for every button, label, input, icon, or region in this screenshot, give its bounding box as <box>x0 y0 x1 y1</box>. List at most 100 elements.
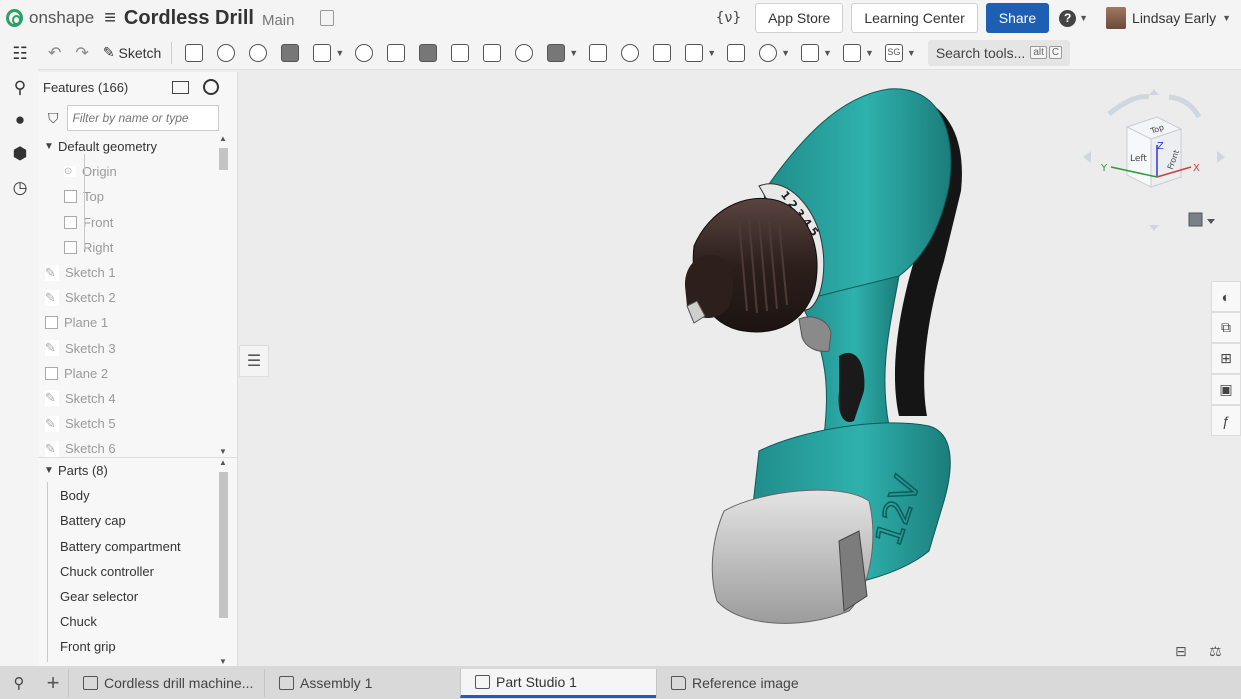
part-item[interactable]: Front grip <box>38 634 238 659</box>
scrollbar-thumb[interactable] <box>219 148 228 170</box>
chevron-down-icon[interactable]: ▼ <box>907 48 916 58</box>
feature-list-icon[interactable]: ☷ <box>10 44 30 64</box>
configurations-icon[interactable]: ⊞ <box>1211 343 1241 374</box>
boolean-icon[interactable] <box>621 43 640 62</box>
onshape-logo[interactable]: onshape <box>6 8 94 28</box>
part-item[interactable]: Chuck <box>38 609 238 634</box>
custom-features-icon[interactable]: ƒ <box>1211 405 1241 436</box>
scroll-up-icon[interactable]: ▲ <box>219 458 227 467</box>
scroll-up-icon[interactable]: ▲ <box>219 134 227 143</box>
search-tools-input[interactable]: Search tools... alt C <box>927 39 1071 66</box>
list-item[interactable]: ✎ Sketch 4 <box>38 386 238 411</box>
list-item[interactable]: Top <box>38 184 238 209</box>
part-item[interactable]: Chuck controller <box>38 559 238 584</box>
scrollbar-thumb[interactable] <box>219 472 228 618</box>
share-button[interactable]: Share <box>985 3 1050 33</box>
feature-tree-scrollbar[interactable]: ▲ ▼ <box>217 134 229 456</box>
draft-icon[interactable] <box>419 43 438 62</box>
thicken-icon[interactable] <box>313 43 332 62</box>
sg-icon[interactable]: SG <box>884 43 903 62</box>
variables-icon[interactable]: {ν} <box>716 10 741 26</box>
chevron-down-icon[interactable]: ▼ <box>40 465 58 476</box>
hamburger-menu-icon[interactable]: ≡ <box>104 7 116 30</box>
list-item[interactable]: ✎ Sketch 1 <box>38 260 238 285</box>
avatar[interactable] <box>1106 7 1127 29</box>
branch-name[interactable]: Main <box>262 12 295 29</box>
chevron-down-icon[interactable]: ▼ <box>865 48 874 58</box>
chamfer-icon[interactable] <box>387 43 406 62</box>
chevron-down-icon[interactable]: ▼ <box>823 48 832 58</box>
scroll-down-icon[interactable]: ▼ <box>219 657 227 666</box>
scroll-down-icon[interactable]: ▼ <box>219 447 227 456</box>
filter-icon[interactable]: ⛉ <box>48 110 59 127</box>
list-item[interactable]: ✎ Sketch 2 <box>38 285 238 310</box>
chevron-down-icon[interactable]: ▼ <box>1222 13 1231 23</box>
filter-input[interactable] <box>66 105 219 131</box>
tab-cordless-drill-image[interactable]: Cordless drill machine... <box>68 669 264 697</box>
parts-scrollbar[interactable]: ▲ ▼ <box>217 458 229 666</box>
part-item[interactable]: Gear selector <box>38 584 238 609</box>
list-item[interactable]: Front <box>38 210 238 235</box>
extrude-icon[interactable] <box>185 43 204 62</box>
part-item[interactable]: Body <box>38 483 238 508</box>
transform-icon[interactable] <box>685 43 704 62</box>
rib-icon[interactable] <box>451 43 470 62</box>
parts-view-icon[interactable]: ⧉ <box>1211 312 1241 343</box>
add-folder-icon[interactable] <box>172 80 189 94</box>
document-title[interactable]: Cordless Drill <box>124 7 254 30</box>
revolve-icon[interactable] <box>217 43 236 62</box>
add-tab-icon[interactable]: + <box>38 666 68 699</box>
chevron-down-icon[interactable]: ▼ <box>707 48 716 58</box>
version-history-icon[interactable] <box>320 10 335 26</box>
hole-icon[interactable] <box>515 43 534 62</box>
linear-pattern-icon[interactable] <box>547 43 566 62</box>
tab-search-icon[interactable]: ⚲ <box>0 666 38 699</box>
list-item[interactable]: Plane 2 <box>38 361 238 386</box>
list-item[interactable]: Right <box>38 235 238 260</box>
insert-icon[interactable]: ⚲ <box>10 78 30 98</box>
split-icon[interactable] <box>653 43 672 62</box>
graphics-viewport[interactable]: 1 2 3 4 5 12V Top Left Front Z X Y <box>239 71 1241 666</box>
parts-group[interactable]: ▼ Parts (8) <box>38 458 238 483</box>
appearance-icon[interactable]: ◐ <box>1211 281 1241 312</box>
learning-center-button[interactable]: Learning Center <box>851 3 978 33</box>
mass-properties-icon[interactable]: ⚖ <box>1209 643 1227 659</box>
app-store-button[interactable]: App Store <box>755 3 844 33</box>
fillet-icon[interactable] <box>355 43 374 62</box>
measure-icon[interactable]: ⊟ <box>1175 643 1193 659</box>
list-item[interactable]: ✎ Sketch 5 <box>38 411 238 436</box>
comments-icon[interactable]: ● <box>10 110 30 130</box>
chevron-down-icon[interactable]: ▼ <box>569 48 578 58</box>
chevron-down-icon[interactable]: ▼ <box>781 48 790 58</box>
sheet-metal-icon[interactable] <box>842 43 861 62</box>
list-item[interactable]: ✎ Sketch 3 <box>38 336 238 361</box>
shell-icon[interactable] <box>483 43 502 62</box>
rollback-timer-icon[interactable] <box>203 79 219 95</box>
delete-part-icon[interactable] <box>727 43 746 62</box>
modify-face-icon[interactable] <box>759 43 778 62</box>
list-item[interactable]: ⊙ Origin <box>38 159 238 184</box>
undo-icon[interactable]: ↶ <box>48 43 61 63</box>
parts-cube-icon[interactable]: ⬢ <box>10 144 30 164</box>
help-menu[interactable]: ? ▼ <box>1059 9 1098 27</box>
feature-list-toggle-icon[interactable]: ☰ <box>239 345 269 377</box>
sweep-icon[interactable] <box>249 43 268 62</box>
view-cube[interactable]: Top Left Front Z X Y <box>1079 89 1229 239</box>
chevron-down-icon[interactable]: ▼ <box>335 48 344 58</box>
plane-icon[interactable] <box>801 43 820 62</box>
variables-table-icon[interactable]: ▣ <box>1211 374 1241 405</box>
redo-icon[interactable]: ↷ <box>75 43 88 63</box>
part-item[interactable]: Battery compartment <box>38 534 238 559</box>
mirror-icon[interactable] <box>589 43 608 62</box>
loft-icon[interactable] <box>281 43 300 62</box>
user-name[interactable]: Lindsay Early <box>1132 10 1216 26</box>
timer-icon[interactable]: ◷ <box>10 178 30 198</box>
chevron-down-icon[interactable]: ▼ <box>40 141 58 152</box>
part-item[interactable]: Battery cap <box>38 508 238 533</box>
default-geometry-group[interactable]: ▼ Default geometry <box>38 134 238 159</box>
sketch-button[interactable]: ✎ Sketch <box>103 44 162 61</box>
tab-reference-image[interactable]: Reference image <box>656 669 852 697</box>
list-item[interactable]: Plane 1 <box>38 310 238 335</box>
tab-part-studio-1[interactable]: Part Studio 1 <box>460 668 656 698</box>
tab-assembly-1[interactable]: Assembly 1 <box>264 669 460 697</box>
